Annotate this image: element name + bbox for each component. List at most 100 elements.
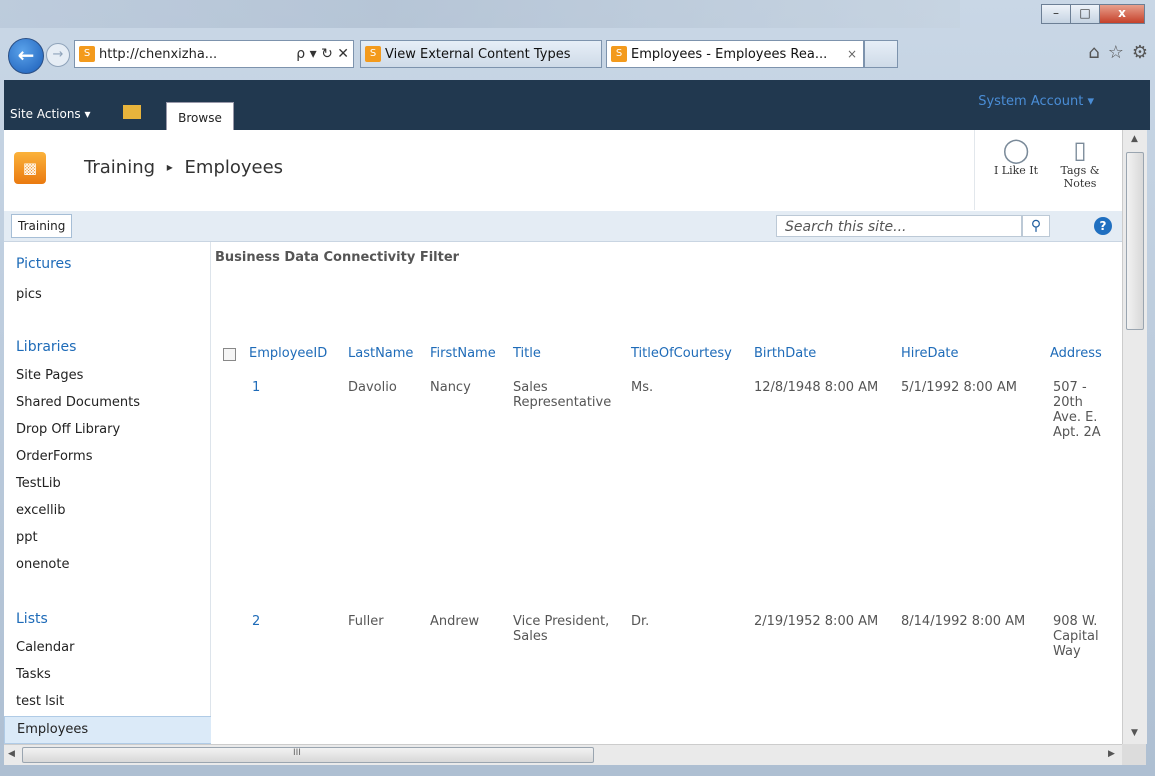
search-icon[interactable]: ⚲: [1022, 215, 1050, 237]
tab-browse[interactable]: Browse: [166, 102, 234, 131]
close-window-button[interactable]: x: [1099, 4, 1145, 24]
cell-title-line: Representative: [513, 395, 612, 410]
breadcrumb: Training ▸ Employees: [84, 157, 283, 178]
tab-label: View External Content Types: [385, 46, 571, 62]
i-like-it-button[interactable]: ◯ I Like It: [984, 136, 1048, 177]
scroll-down-icon[interactable]: ▼: [1131, 728, 1138, 738]
scroll-up-icon[interactable]: ▲: [1131, 134, 1138, 144]
scroll-right-icon[interactable]: ▶: [1108, 749, 1115, 759]
nav-item-testlib[interactable]: TestLib: [16, 476, 61, 491]
nav-item-shared-documents[interactable]: Shared Documents: [16, 395, 140, 410]
horizontal-scrollbar[interactable]: ◀ III ▶: [4, 744, 1122, 765]
cell-firstname: Nancy: [430, 380, 471, 395]
notes-label: Notes: [1063, 177, 1097, 190]
cell-title-line: Sales: [513, 380, 548, 395]
sharepoint-favicon-icon: S: [365, 46, 381, 62]
ribbon: Site Actions ▾ Browse System Account ▾: [4, 80, 1150, 131]
cell-address-line: 20th: [1053, 395, 1083, 410]
column-header-titleofcourtesy[interactable]: TitleOfCourtesy: [631, 346, 732, 361]
cell-address: 908 W. Capital Way: [1053, 614, 1099, 659]
cell-firstname: Andrew: [430, 614, 480, 629]
help-icon[interactable]: ?: [1094, 217, 1112, 235]
nav-item-employees[interactable]: Employees: [4, 716, 214, 744]
search-input[interactable]: Search this site...: [776, 215, 1022, 237]
employee-id-link[interactable]: 1: [252, 380, 260, 395]
nav-item-orderforms[interactable]: OrderForms: [16, 449, 92, 464]
cell-address-line: 908 W.: [1053, 614, 1098, 629]
navigate-up-icon[interactable]: [123, 105, 141, 119]
i-like-it-label: I Like It: [993, 164, 1039, 177]
scrollbar-corner: [1122, 744, 1146, 765]
notes-icon: ▯: [1073, 136, 1087, 164]
nav-header-libraries[interactable]: Libraries: [16, 339, 76, 355]
nav-header-pictures[interactable]: Pictures: [16, 256, 71, 272]
toplink-training[interactable]: Training: [11, 214, 73, 238]
tab-view-external-content-types[interactable]: S View External Content Types: [360, 40, 602, 68]
cell-address-line: Apt. 2A: [1053, 425, 1101, 440]
column-header-birthdate[interactable]: BirthDate: [754, 346, 816, 361]
column-header-employeeid[interactable]: EmployeeID: [249, 346, 327, 361]
gear-icon[interactable]: ⚙: [1132, 42, 1148, 63]
employee-id-link[interactable]: 2: [252, 614, 260, 629]
tags-label: Tags &: [1060, 164, 1100, 177]
nav-item-pics[interactable]: pics: [16, 287, 42, 302]
home-icon[interactable]: ⌂: [1088, 42, 1099, 63]
cell-titleofcourtesy: Dr.: [631, 614, 650, 629]
cell-address-line: Way: [1053, 644, 1081, 659]
scroll-left-icon[interactable]: ◀: [8, 749, 15, 759]
vertical-scrollbar[interactable]: ▲ ▼: [1122, 130, 1147, 744]
star-icon[interactable]: ☆: [1108, 42, 1124, 63]
tag-icon: ◯: [1002, 136, 1030, 164]
user-menu[interactable]: System Account ▾: [978, 94, 1094, 109]
vertical-scroll-thumb[interactable]: [1126, 152, 1144, 330]
cell-address-line: 507 -: [1053, 380, 1087, 395]
new-tab-button[interactable]: [864, 40, 898, 68]
site-actions-menu[interactable]: Site Actions ▾: [10, 107, 91, 121]
site-logo-icon[interactable]: ▩: [14, 152, 46, 184]
quick-launch: Pictures pics Libraries Site Pages Share…: [4, 242, 214, 744]
tab-employees[interactable]: S Employees - Employees Rea... ×: [606, 40, 864, 68]
thumb-grip: III: [293, 748, 301, 758]
tab-label: Employees - Employees Rea...: [631, 46, 828, 62]
nav-item-excellib[interactable]: excellib: [16, 503, 65, 518]
nav-item-site-pages[interactable]: Site Pages: [16, 368, 83, 383]
browser-toolbar: ← → S http://chenxizha... ρ ▾ ↻ ✕ S View…: [8, 38, 1148, 74]
cell-titleofcourtesy: Ms.: [631, 380, 654, 395]
column-header-title[interactable]: Title: [513, 346, 541, 361]
column-header-firstname[interactable]: FirstName: [430, 346, 496, 361]
address-bar[interactable]: S http://chenxizha... ρ ▾ ↻ ✕: [74, 40, 354, 68]
sharepoint-favicon-icon: S: [611, 46, 627, 62]
nav-item-test-lsit[interactable]: test lsit: [16, 694, 64, 709]
column-header-hiredate[interactable]: HireDate: [901, 346, 959, 361]
cell-lastname: Davolio: [348, 380, 397, 395]
cell-birthdate: 12/8/1948 8:00 AM: [754, 380, 879, 395]
cell-address-line: Capital: [1053, 629, 1099, 644]
cell-address-line: Ave. E.: [1053, 410, 1098, 425]
nav-item-ppt[interactable]: ppt: [16, 530, 38, 545]
cell-title-line: Vice President,: [513, 614, 610, 629]
horizontal-scroll-thumb[interactable]: III: [22, 747, 594, 763]
address-url[interactable]: http://chenxizha...: [99, 47, 292, 62]
cell-title: Vice President, Sales: [513, 614, 609, 644]
select-all-checkbox[interactable]: [223, 348, 236, 361]
window-controls: – □ x: [1041, 4, 1145, 24]
cell-hiredate: 5/1/1992 8:00 AM: [901, 380, 1017, 395]
close-tab-icon[interactable]: ×: [847, 47, 857, 61]
column-header-address[interactable]: Address: [1050, 346, 1102, 361]
nav-item-drop-off-library[interactable]: Drop Off Library: [16, 422, 120, 437]
tags-notes-button[interactable]: ▯ Tags & Notes: [1048, 136, 1112, 190]
cell-title-line: Sales: [513, 629, 548, 644]
address-controls[interactable]: ρ ▾ ↻ ✕: [292, 46, 353, 62]
maximize-button[interactable]: □: [1070, 4, 1100, 24]
nav-header-lists[interactable]: Lists: [16, 611, 48, 627]
nav-item-calendar[interactable]: Calendar: [16, 640, 74, 655]
cell-lastname: Fuller: [348, 614, 384, 629]
back-arrow-icon[interactable]: ←: [8, 38, 44, 74]
forward-arrow-icon[interactable]: →: [46, 43, 70, 67]
cell-birthdate: 2/19/1952 8:00 AM: [754, 614, 879, 629]
breadcrumb-site[interactable]: Training: [84, 157, 155, 178]
minimize-button[interactable]: –: [1041, 4, 1071, 24]
nav-item-tasks[interactable]: Tasks: [16, 667, 51, 682]
column-header-lastname[interactable]: LastName: [348, 346, 413, 361]
nav-item-onenote[interactable]: onenote: [16, 557, 69, 572]
